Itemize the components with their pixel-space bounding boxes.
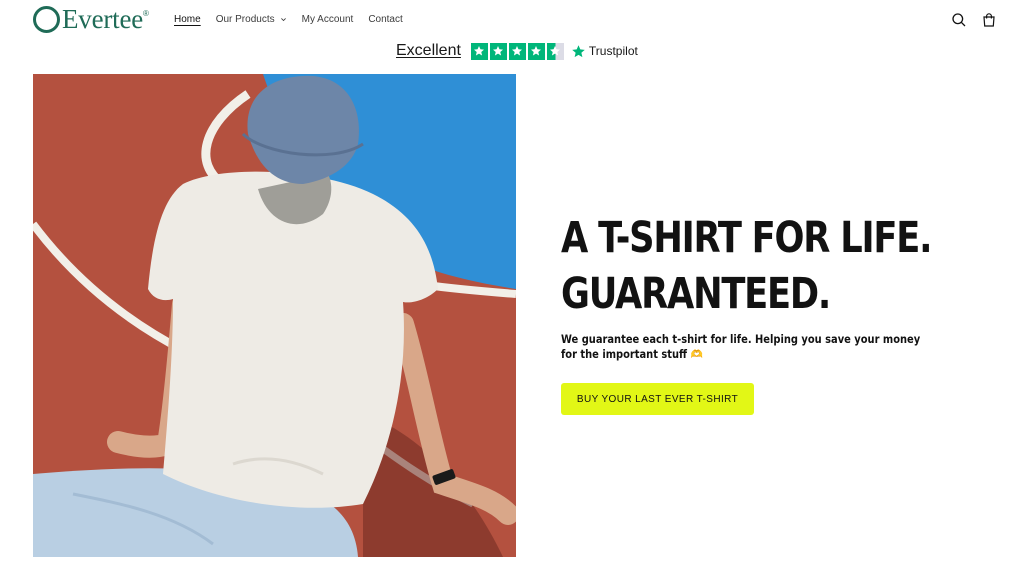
trustpilot-stars [470,42,564,60]
registered-mark: ® [143,9,149,18]
star-icon [489,42,507,60]
star-icon [527,42,545,60]
star-icon [470,42,488,60]
hero-subtext: We guarantee each t-shirt for life. Help… [561,332,921,361]
trustpilot-widget[interactable]: Excellent Trustpilot [396,41,638,61]
brand-logo[interactable]: Evertee ® [33,6,149,33]
headline-line-1: A T-SHIRT FOR LIFE. [561,213,932,263]
half-star-icon [546,42,564,60]
hero-headline: A T-SHIRT FOR LIFE. GUARANTEED. [561,210,987,322]
hero-photo-illustration [33,74,516,557]
cart-button[interactable] [981,12,997,28]
trustpilot-star-icon [572,44,585,57]
nav-item-my-account[interactable]: My Account [302,14,354,25]
hero-image [33,74,516,557]
brand-name: Evertee [62,4,144,34]
buy-last-tshirt-button[interactable]: BUY YOUR LAST EVER T-SHIRT [561,383,754,415]
nav-item-our-products[interactable]: Our Products [216,14,287,25]
trustpilot-logo: Trustpilot [571,44,638,59]
trustpilot-rating-word: Excellent [396,42,461,59]
nav-item-label: Our Products [215,14,275,25]
hero-content: A T-SHIRT FOR LIFE. GUARANTEED. We guara… [561,210,981,415]
nav-item-label: Home [174,14,201,25]
headline-line-2: GUARANTEED. [561,269,831,319]
cart-icon [983,13,995,27]
nav-item-home[interactable]: Home [174,14,201,25]
nav-item-label: My Account [301,14,354,25]
search-button[interactable] [951,12,967,28]
chevron-down-icon [280,18,286,22]
search-icon [952,13,966,27]
main-nav: Home Our Products My Account Contact [174,14,418,25]
nav-item-label: Contact [368,14,403,25]
logo-circle-icon [33,6,60,33]
nav-item-contact[interactable]: Contact [368,14,402,25]
star-icon [508,42,526,60]
site-header: Evertee ® Home Our Products My Account C… [0,0,1024,40]
trustpilot-brand: Trustpilot [588,44,638,58]
